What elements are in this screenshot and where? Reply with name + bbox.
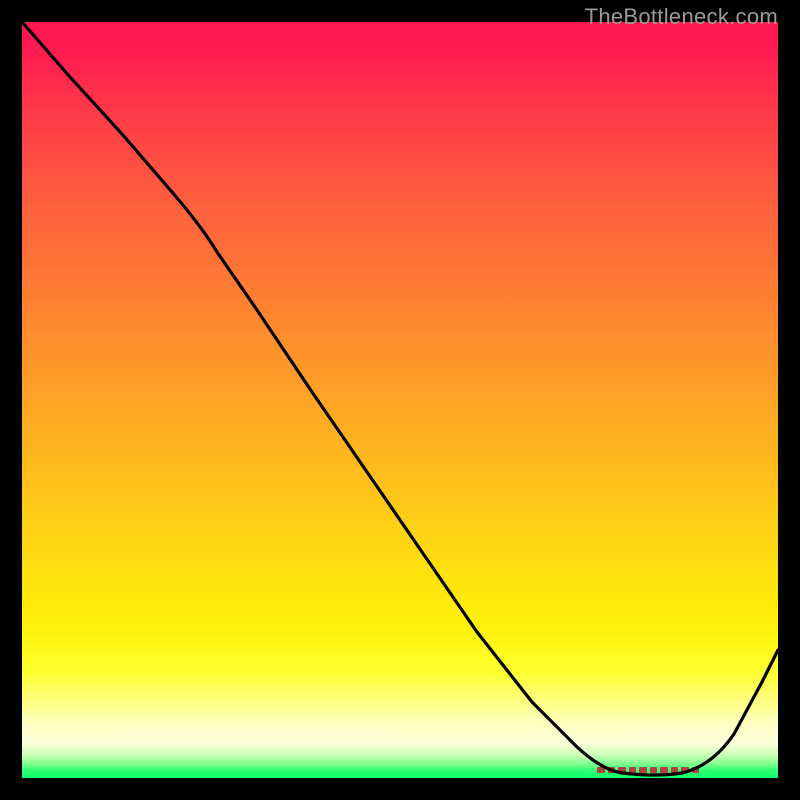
chart-frame [22,22,778,778]
watermark-text: TheBottleneck.com [585,4,778,30]
curve-svg [22,22,778,778]
bottleneck-curve [22,22,778,775]
